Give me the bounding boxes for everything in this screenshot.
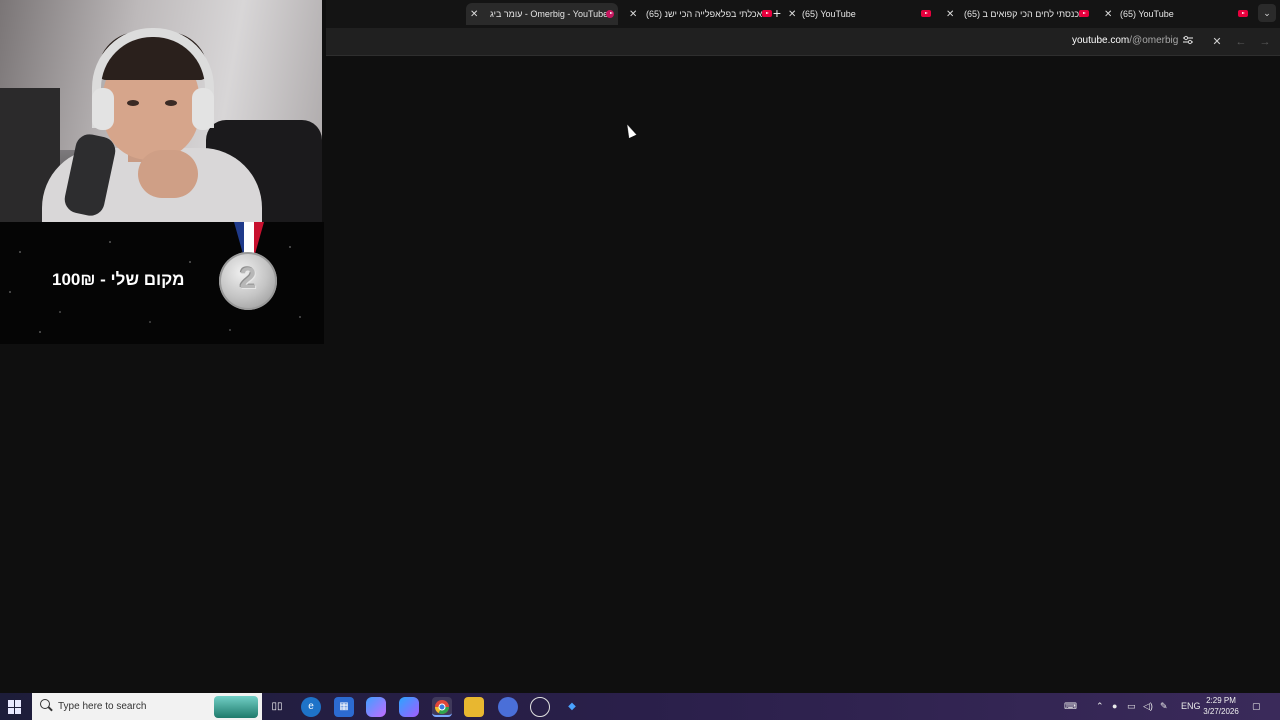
youtube-icon (921, 10, 931, 17)
taskbar-clock[interactable]: 2:29 PM 3/27/2026 (1196, 695, 1246, 717)
chrome-profile-icon[interactable] (498, 697, 518, 717)
screen: + ✕ עומר ביג - Omerbig - YouTube ✕ (65) … (0, 0, 1280, 720)
windows-start-icon[interactable] (8, 700, 22, 714)
headset-cup-right (192, 88, 214, 130)
prize-banner: מקום שלי - 100₪ 2 (0, 222, 324, 344)
site-settings-icon[interactable] (1180, 34, 1196, 50)
tab-omerbig[interactable]: ✕ עומר ביג - Omerbig - YouTube (466, 3, 618, 25)
store-icon[interactable]: ▦ (334, 697, 354, 717)
notification-icon[interactable]: ▢ (1252, 701, 1261, 712)
network-icon[interactable]: ▭ (1127, 701, 1136, 712)
copilot-icon[interactable] (366, 697, 386, 717)
medal-ribbon (234, 222, 264, 254)
clock-time: 2:29 PM (1206, 696, 1236, 705)
close-icon[interactable]: ✕ (946, 9, 954, 20)
close-icon[interactable]: ✕ (629, 9, 637, 20)
medal-number: 2 (239, 262, 257, 295)
close-icon[interactable]: ✕ (470, 9, 478, 20)
url-path: /@omerbig (1129, 35, 1179, 46)
keyboard-icon[interactable]: ⌨ (1064, 701, 1077, 712)
webcam-overlay (0, 0, 322, 222)
microphone-icon[interactable]: ● (1112, 701, 1117, 711)
back-icon[interactable]: ← (1233, 34, 1249, 50)
youtube-icon (762, 10, 772, 17)
youtube-icon (1079, 10, 1089, 17)
taskbar-search-box[interactable]: Type here to search (32, 693, 262, 720)
files-icon[interactable] (464, 697, 484, 717)
tab-youtube-1[interactable]: ✕ (65) YouTube (786, 3, 936, 25)
pen-icon[interactable]: ✎ (1160, 701, 1168, 712)
search-placeholder: Type here to search (58, 701, 147, 712)
tab-strip: + ✕ עומר ביג - Omerbig - YouTube ✕ (65) … (326, 0, 1280, 28)
mouse-cursor (623, 122, 637, 139)
tab-falafel[interactable]: ✕ (65) אכלתי בפלאפלייה הכי ישנ (626, 3, 776, 25)
clock-date: 3/27/2026 (1203, 707, 1239, 716)
headset-cup-left (92, 88, 114, 130)
swirl-icon (606, 10, 614, 18)
taskbar: Type here to search ▯▯ e ▦ ◆ ⌨ ⌃ ● ▭ ◁) … (0, 693, 1280, 720)
person-hand (138, 150, 198, 198)
forward-icon[interactable]: → (1257, 34, 1273, 50)
address-bar[interactable]: youtube.com/@omerbig ✕ ← → (326, 28, 1280, 56)
prize-text: מקום שלי - 100₪ (52, 270, 185, 289)
url-domain: youtube.com (1072, 35, 1130, 46)
close-icon[interactable]: ✕ (788, 9, 796, 20)
tab-title: (65) YouTube (1120, 9, 1174, 19)
chevron-up-icon[interactable]: ⌃ (1096, 701, 1104, 712)
close-icon[interactable]: ✕ (1104, 9, 1112, 20)
youtube-icon (1238, 10, 1248, 17)
close-icon[interactable]: ✕ (1209, 34, 1225, 50)
edge-icon[interactable]: e (301, 697, 321, 717)
tab-title: (65) נכנסתי לחים הכי קפואים ב (964, 9, 1083, 19)
tab-frozen-water[interactable]: ✕ (65) נכנסתי לחים הכי קפואים ב (944, 3, 1092, 25)
silver-medal-icon: 2 (219, 252, 277, 310)
obs-icon[interactable] (530, 697, 550, 717)
tab-search-button[interactable]: ⌄ (1258, 4, 1276, 22)
app-icon[interactable]: ◆ (562, 697, 582, 717)
chrome-icon[interactable] (432, 697, 452, 717)
task-view-icon[interactable]: ▯▯ (267, 697, 287, 717)
url-text[interactable]: youtube.com/@omerbig (1072, 35, 1178, 46)
tab-title: (65) YouTube (802, 9, 856, 19)
tab-title: עומר ביג - Omerbig - YouTube (490, 9, 609, 19)
m365-icon[interactable] (399, 697, 419, 717)
tab-youtube-2[interactable]: ✕ (65) YouTube (1102, 3, 1252, 25)
search-icon (40, 699, 50, 709)
search-highlight-art[interactable] (214, 696, 258, 718)
tab-title: (65) אכלתי בפלאפלייה הכי ישנ (646, 9, 763, 19)
volume-icon[interactable]: ◁) (1143, 701, 1153, 712)
